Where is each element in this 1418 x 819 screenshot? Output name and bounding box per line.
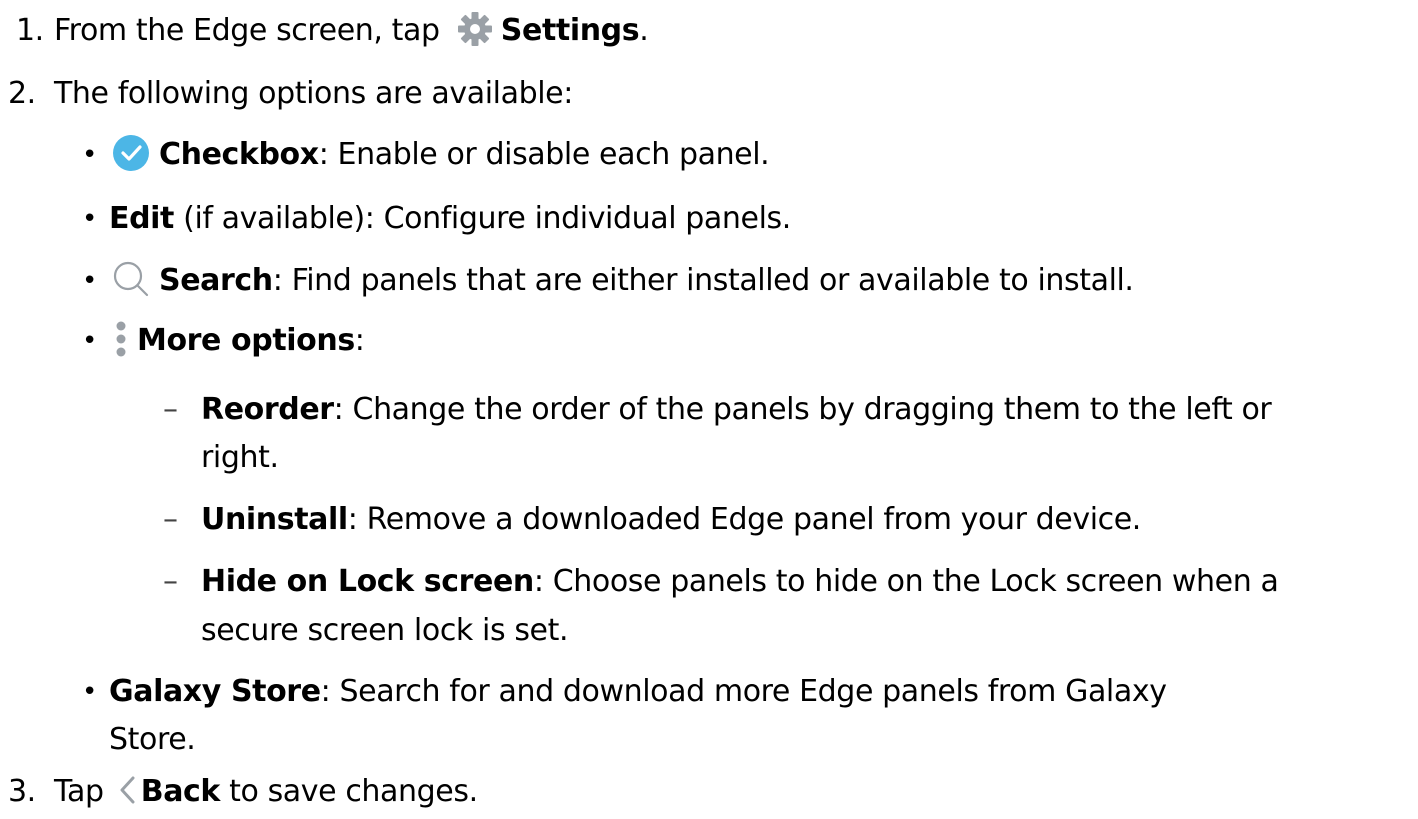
- more-options-icon: [109, 319, 133, 359]
- step-number: 2.: [8, 76, 36, 111]
- settings-label: Settings: [500, 13, 640, 48]
- option-galaxy-store-continuation: Store.: [109, 722, 196, 757]
- step-text: The following options are available:: [54, 76, 573, 111]
- uninstall-label: Uninstall: [201, 502, 348, 537]
- edit-label: Edit: [109, 201, 174, 236]
- hide-on-lock-screen-label: Hide on Lock screen: [201, 564, 534, 599]
- more-options-label: More options: [137, 323, 355, 358]
- step-number: 1.: [16, 13, 44, 48]
- galaxy-store-label: Galaxy Store: [109, 674, 321, 709]
- chevron-left-icon: [115, 770, 139, 810]
- step-text: Tap: [54, 774, 104, 809]
- back-label: Back: [140, 774, 221, 809]
- search-label: Search: [159, 263, 273, 298]
- step-number: 3.: [8, 774, 36, 809]
- checkbox-label: Checkbox: [159, 137, 319, 172]
- reorder-label: Reorder: [201, 392, 334, 427]
- checkbox-checked-icon: [109, 133, 155, 173]
- sub-option-hide-continuation: secure screen lock is set.: [201, 613, 569, 648]
- gear-icon: [453, 11, 497, 47]
- search-icon: [109, 259, 155, 299]
- sub-option-reorder-continuation: right.: [201, 440, 279, 475]
- step-text: From the Edge screen, tap: [54, 13, 440, 48]
